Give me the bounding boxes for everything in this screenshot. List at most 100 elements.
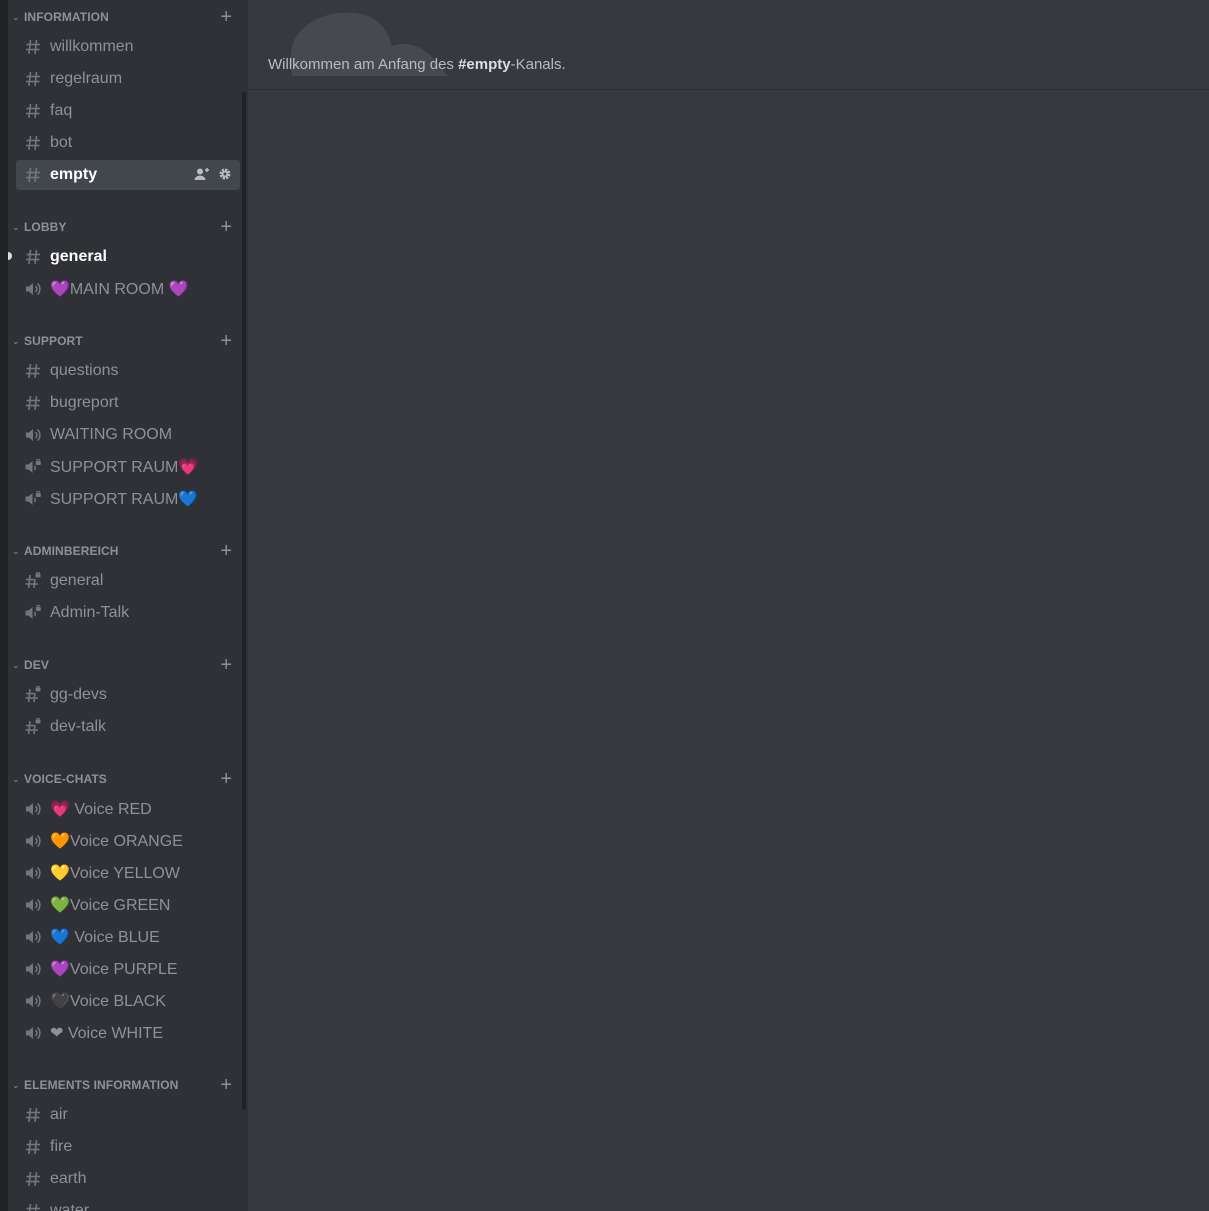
speaker-locked-icon	[24, 603, 42, 623]
welcome-channel-name: #empty	[458, 56, 511, 73]
channel-item[interactable]: 🖤Voice BLACK	[16, 986, 240, 1016]
hash-icon	[24, 361, 42, 381]
chevron-down-icon[interactable]: ⌄	[12, 774, 20, 784]
channel-item[interactable]: 💜MAIN ROOM 💜	[16, 274, 240, 304]
channel-item[interactable]: questions	[16, 356, 240, 386]
channel-item[interactable]: empty	[16, 160, 240, 190]
chat-header-divider	[248, 89, 1209, 90]
channel-name: questions	[50, 362, 119, 379]
category-header[interactable]: ⌄ SUPPORT +	[8, 324, 242, 354]
add-channel-icon[interactable]: +	[220, 7, 232, 27]
unread-indicator	[8, 252, 12, 260]
channel-item[interactable]: ❤ Voice WHITE	[16, 1018, 240, 1048]
speaker-icon	[24, 927, 42, 947]
channel-name: SUPPORT RAUM💙	[50, 491, 199, 508]
category-label: VOICE-CHATS	[24, 772, 107, 786]
add-channel-icon[interactable]: +	[220, 655, 232, 675]
channel-item[interactable]: gg-devs	[16, 680, 240, 710]
speaker-icon	[24, 279, 42, 299]
channel-item[interactable]: SUPPORT RAUM💗	[16, 452, 240, 482]
speaker-icon	[24, 1023, 42, 1043]
add-channel-icon[interactable]: +	[220, 1075, 232, 1095]
hash-icon	[24, 1137, 42, 1157]
channel-item[interactable]: water	[16, 1196, 240, 1211]
channel-name: willkommen	[50, 38, 134, 55]
category-spacer	[8, 1050, 242, 1068]
channel-item[interactable]: 🧡Voice ORANGE	[16, 826, 240, 856]
invite-icon[interactable]	[194, 167, 210, 186]
category-header[interactable]: ⌄ INFORMATION +	[8, 0, 242, 30]
welcome-illustration	[290, 12, 447, 77]
channel-name: bugreport	[50, 394, 119, 411]
channel-item[interactable]: willkommen	[16, 32, 240, 62]
channel-item[interactable]: bot	[16, 128, 240, 158]
channel-name: 💜MAIN ROOM 💜	[50, 281, 189, 298]
add-channel-icon[interactable]: +	[220, 541, 232, 561]
channel-name: regelraum	[50, 70, 123, 87]
channel-item[interactable]: 💜Voice PURPLE	[16, 954, 240, 984]
channel-name: 💛Voice YELLOW	[50, 865, 180, 882]
category-label: SUPPORT	[24, 334, 83, 348]
channel-name: bot	[50, 134, 73, 151]
category-header[interactable]: ⌄ DEV +	[8, 648, 242, 678]
channel-name: 💗 Voice RED	[50, 801, 152, 818]
channel-item[interactable]: general	[16, 566, 240, 596]
channel-item[interactable]: faq	[16, 96, 240, 126]
channel-name: air	[50, 1106, 68, 1123]
channel-item[interactable]: fire	[16, 1132, 240, 1162]
channel-name: empty	[50, 166, 98, 183]
channel-item[interactable]: SUPPORT RAUM💙	[16, 484, 240, 514]
channel-name: SUPPORT RAUM💗	[50, 459, 199, 476]
category-label: DEV	[24, 658, 49, 672]
channel-item[interactable]: 💙 Voice BLUE	[16, 922, 240, 952]
chevron-down-icon[interactable]: ⌄	[12, 546, 20, 556]
channel-item[interactable]: earth	[16, 1164, 240, 1194]
category-header[interactable]: ⌄ VOICE-CHATS +	[8, 762, 242, 792]
channel-item[interactable]: dev-talk	[16, 712, 240, 742]
chevron-down-icon[interactable]: ⌄	[12, 1080, 20, 1090]
category-header[interactable]: ⌄ ELEMENTS INFORMATION +	[8, 1068, 242, 1098]
channel-item[interactable]: bugreport	[16, 388, 240, 418]
category-header[interactable]: ⌄ LOBBY +	[8, 210, 242, 240]
hash-icon	[24, 1169, 42, 1189]
channel-name: general	[50, 248, 107, 265]
speaker-locked-icon	[24, 457, 42, 477]
category-header[interactable]: ⌄ ADMINBEREICH +	[8, 534, 242, 564]
hash-locked-icon	[24, 685, 42, 705]
channel-item[interactable]: Admin-Talk	[16, 598, 240, 628]
channel-item[interactable]: 💛Voice YELLOW	[16, 858, 240, 888]
channel-name: fire	[50, 1138, 73, 1155]
hash-icon	[24, 247, 42, 267]
sidebar-scrollbar[interactable]	[242, 92, 246, 1110]
speaker-locked-icon	[24, 489, 42, 509]
channel-item[interactable]: general	[8, 242, 240, 272]
chevron-down-icon[interactable]: ⌄	[12, 660, 20, 670]
channel-name: faq	[50, 102, 73, 119]
channel-name: general	[50, 572, 104, 589]
category-label: ELEMENTS INFORMATION	[24, 1078, 179, 1092]
channel-name: earth	[50, 1170, 87, 1187]
add-channel-icon[interactable]: +	[220, 769, 232, 789]
add-channel-icon[interactable]: +	[220, 217, 232, 237]
chevron-down-icon[interactable]: ⌄	[12, 336, 20, 346]
hash-locked-icon	[24, 717, 42, 737]
hash-icon	[24, 37, 42, 57]
channel-list: ⌄ INFORMATION + willkommen regelraum faq bot em…	[8, 0, 242, 1211]
channel-item[interactable]: regelraum	[16, 64, 240, 94]
hash-icon	[24, 69, 42, 89]
speaker-icon	[24, 831, 42, 851]
chevron-down-icon[interactable]: ⌄	[12, 12, 20, 22]
channel-item[interactable]: 💚Voice GREEN	[16, 890, 240, 920]
channel-item[interactable]: WAITING ROOM	[16, 420, 240, 450]
category-spacer	[8, 744, 242, 762]
channel-name: Admin-Talk	[50, 604, 130, 621]
gear-icon[interactable]	[218, 167, 232, 186]
channel-item[interactable]: 💗 Voice RED	[16, 794, 240, 824]
add-channel-icon[interactable]: +	[220, 331, 232, 351]
channel-name: 💜Voice PURPLE	[50, 961, 178, 978]
category-spacer	[8, 630, 242, 648]
hash-icon	[24, 101, 42, 121]
category-spacer	[8, 306, 242, 324]
channel-item[interactable]: air	[16, 1100, 240, 1130]
chevron-down-icon[interactable]: ⌄	[12, 222, 20, 232]
